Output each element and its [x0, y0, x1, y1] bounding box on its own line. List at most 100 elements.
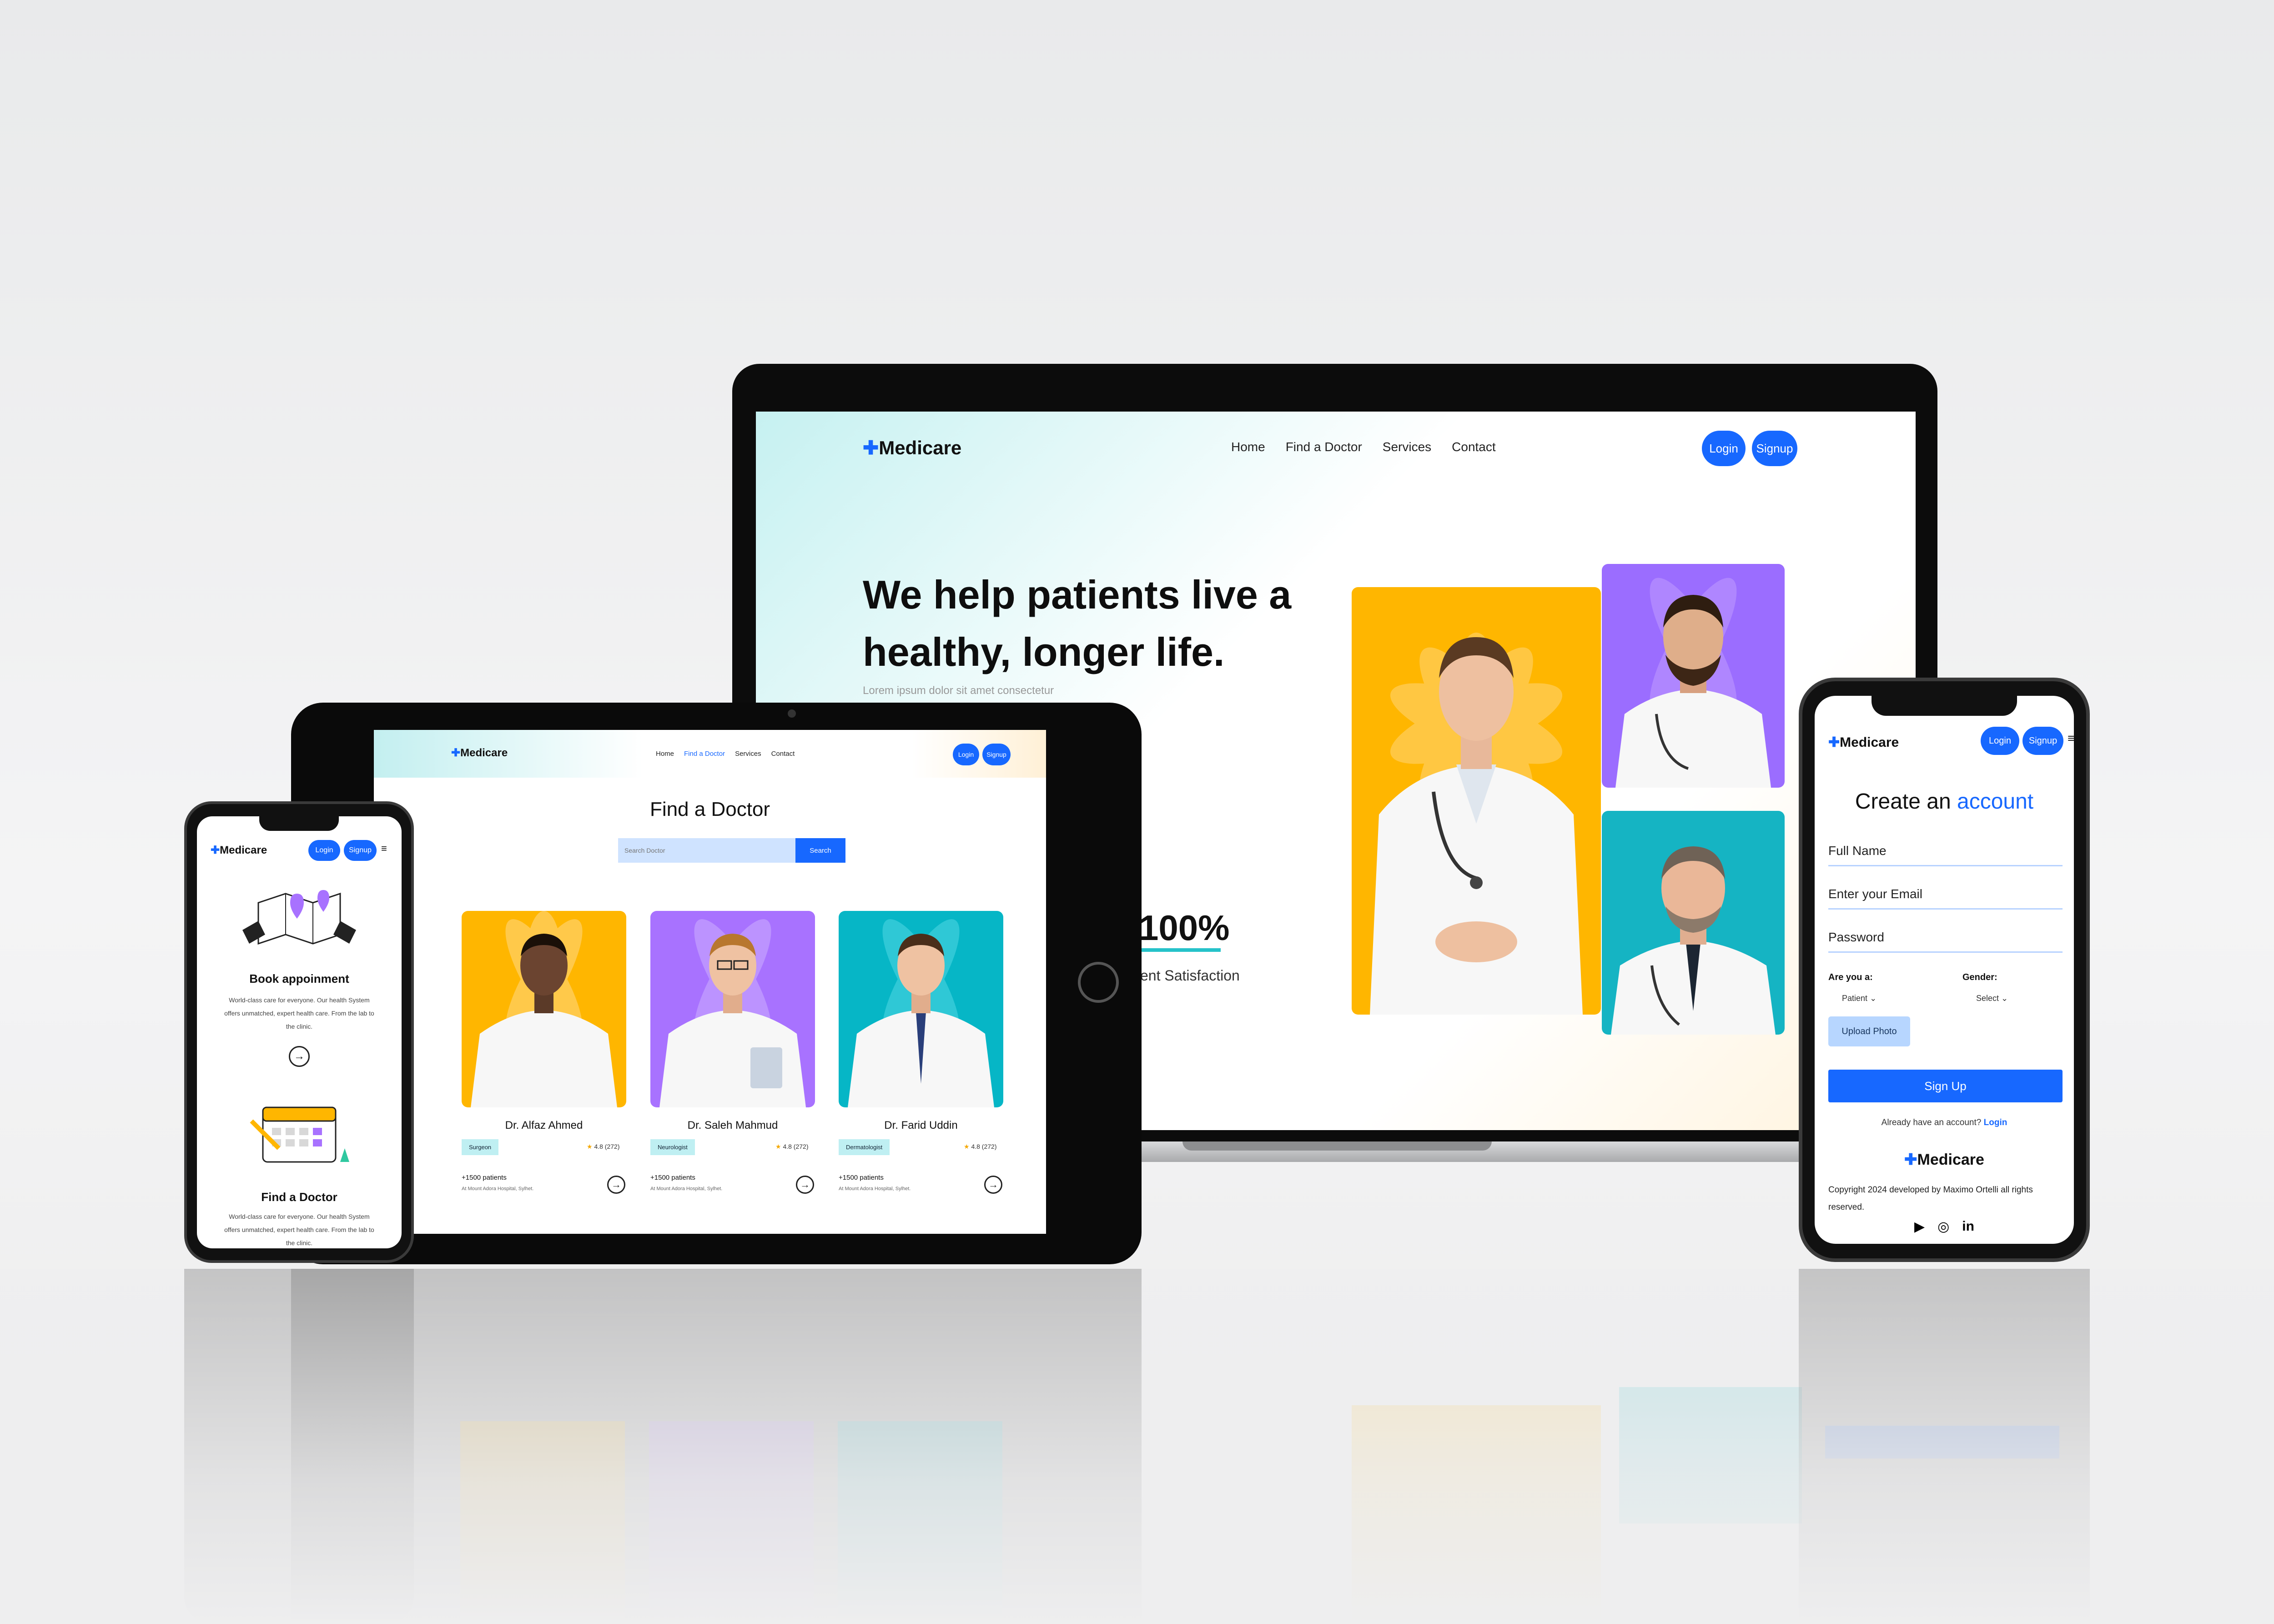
doctor-card-image[interactable] — [462, 911, 626, 1107]
role-select[interactable]: Patient ⌄ — [1842, 994, 1877, 1003]
logo-text: Medicare — [1917, 1151, 1984, 1168]
role-label: Are you a: — [1828, 972, 1873, 982]
gender-select[interactable]: Select ⌄ — [1976, 994, 2008, 1003]
doctor-name: Dr. Saleh Mahmud — [687, 1119, 778, 1131]
login-button[interactable]: Login — [308, 840, 340, 861]
phone-left-notch — [259, 816, 339, 831]
nav-contact[interactable]: Contact — [1452, 440, 1496, 454]
specialty-badge: Neurologist — [650, 1139, 695, 1155]
section-text: World-class care for everyone. Our healt… — [224, 996, 374, 1030]
footer-logo: ✚ Medicare — [1815, 1151, 2074, 1169]
login-prompt-text: Already have an account? — [1881, 1118, 1982, 1127]
upload-photo-button[interactable]: Upload Photo — [1828, 1016, 1910, 1046]
tablet-screen: ✚ Medicare Home Find a Doctor Services C… — [374, 730, 1046, 1234]
doctor-name: Dr. Alfaz Ahmed — [505, 1119, 583, 1131]
medical-cross-icon: ✚ — [451, 747, 461, 759]
doctor-rating: ★ 4.8 (272) — [587, 1143, 620, 1151]
instagram-icon[interactable]: ◎ — [1937, 1219, 1949, 1235]
sign-up-button[interactable]: Sign Up — [1828, 1070, 2063, 1102]
login-prompt: Already have an account? Login — [1815, 1118, 2074, 1128]
nav-home[interactable]: Home — [1231, 440, 1265, 454]
youtube-icon[interactable]: ▶ — [1914, 1219, 1925, 1235]
hero-line-2: healthy, longer life. — [863, 629, 1225, 674]
reflection-fade — [0, 1269, 2274, 1624]
role-value: Patient — [1842, 994, 1868, 1003]
login-button[interactable]: Login — [953, 744, 979, 765]
nav-find-doctor[interactable]: Find a Doctor — [1286, 440, 1362, 454]
logo-text: Medicare — [879, 437, 962, 458]
doctor-rating: ★ 4.8 (272) — [964, 1143, 997, 1151]
doctor-card-image[interactable] — [650, 911, 815, 1107]
title-accent: account — [1957, 789, 2034, 814]
password-field[interactable]: Password — [1828, 925, 2063, 953]
logo-text: Medicare — [220, 844, 267, 856]
logo-text: Medicare — [1840, 734, 1899, 750]
email-field[interactable]: Enter your Email — [1828, 882, 2063, 910]
hamburger-menu-icon[interactable]: ≡ — [2068, 731, 2074, 745]
hero-doctor-image-large — [1352, 587, 1601, 1015]
tablet-camera — [788, 709, 796, 718]
patient-count: +1500 patients — [462, 1174, 507, 1182]
nav-home[interactable]: Home — [656, 750, 674, 758]
gender-label: Gender: — [1962, 972, 1997, 982]
hero-line-1: We help patients live a — [863, 572, 1292, 617]
phone-right-screen: ✚ Medicare Login Signup ≡ Create an acco… — [1815, 696, 2074, 1244]
hero-doctor-image-top — [1602, 564, 1785, 788]
signup-button[interactable]: Signup — [2022, 727, 2063, 755]
hero-doctor-image-bottom — [1602, 811, 1785, 1035]
tablet-home-button[interactable] — [1078, 962, 1119, 1003]
medical-cross-icon: ✚ — [211, 844, 220, 856]
copyright-text: Copyright 2024 developed by Maximo Ortel… — [1828, 1185, 2033, 1212]
signup-button[interactable]: Signup — [344, 840, 377, 861]
signup-button[interactable]: Signup — [982, 744, 1011, 765]
search-button[interactable]: Search — [795, 838, 845, 863]
login-link[interactable]: Login — [1984, 1118, 2007, 1127]
social-links: ▶ ◎ in — [1815, 1219, 2074, 1235]
phone-left-screen: ✚ Medicare Login Signup ≡ Book appoinmen… — [197, 816, 402, 1248]
search-input[interactable] — [618, 838, 795, 863]
login-button[interactable]: Login — [1702, 431, 1746, 466]
section-title: Book appoinment — [249, 972, 349, 985]
phone-right-notch — [1872, 696, 2017, 716]
medical-cross-icon: ✚ — [1904, 1151, 1917, 1168]
nav-find-doctor[interactable]: Find a Doctor — [684, 750, 725, 758]
section-title: Find a Doctor — [261, 1190, 337, 1204]
full-name-field[interactable]: Full Name — [1828, 839, 2063, 866]
nav-services[interactable]: Services — [735, 750, 761, 758]
doctor-name: Dr. Farid Uddin — [884, 1119, 958, 1131]
view-doctor-arrow-icon[interactable]: → — [796, 1176, 814, 1194]
phone-right-logo[interactable]: ✚ Medicare — [1828, 734, 1899, 750]
rating-value: 4.8 (272) — [971, 1143, 997, 1150]
logo-text: Medicare — [460, 746, 508, 759]
view-doctor-arrow-icon[interactable]: → — [984, 1176, 1002, 1194]
rating-value: 4.8 (272) — [783, 1143, 809, 1150]
view-doctor-arrow-icon[interactable]: → — [607, 1176, 625, 1194]
signup-button[interactable]: Signup — [1752, 431, 1797, 466]
chevron-down-icon: ⌄ — [1870, 994, 1877, 1003]
satisfaction-label: ent Satisfaction — [1140, 967, 1240, 984]
doctor-card-image[interactable] — [839, 911, 1003, 1107]
section-text: World-class care for everyone. Our healt… — [224, 1213, 374, 1247]
title-plain: Create an — [1855, 789, 1957, 814]
page-title: Find a Doctor — [649, 798, 770, 820]
arrow-right-icon[interactable]: → — [289, 1046, 310, 1067]
tablet-logo[interactable]: ✚ Medicare — [451, 746, 508, 759]
rating-value: 4.8 (272) — [594, 1143, 620, 1150]
hamburger-menu-icon[interactable]: ≡ — [381, 843, 387, 855]
form-title: Create an account — [1815, 789, 2074, 814]
login-button[interactable]: Login — [1981, 727, 2019, 755]
doctor-rating: ★ 4.8 (272) — [775, 1143, 809, 1151]
hero-subtext: Lorem ipsum dolor sit amet consectetur — [863, 684, 1054, 697]
laptop-logo[interactable]: ✚ Medicare — [863, 437, 961, 459]
stat-underline — [1139, 948, 1221, 952]
nav-contact[interactable]: Contact — [771, 750, 795, 758]
star-icon: ★ — [775, 1143, 781, 1150]
nav-services[interactable]: Services — [1383, 440, 1431, 454]
laptop-base-notch — [1182, 1141, 1492, 1151]
phone-left-logo[interactable]: ✚ Medicare — [211, 844, 267, 857]
doctor-location: At Mount Adora Hospital, Sylhet. — [650, 1186, 723, 1192]
gender-value: Select — [1976, 994, 1999, 1003]
linkedin-icon[interactable]: in — [1962, 1219, 1974, 1235]
star-icon: ★ — [964, 1143, 970, 1150]
doctor-location: At Mount Adora Hospital, Sylhet. — [462, 1186, 534, 1192]
